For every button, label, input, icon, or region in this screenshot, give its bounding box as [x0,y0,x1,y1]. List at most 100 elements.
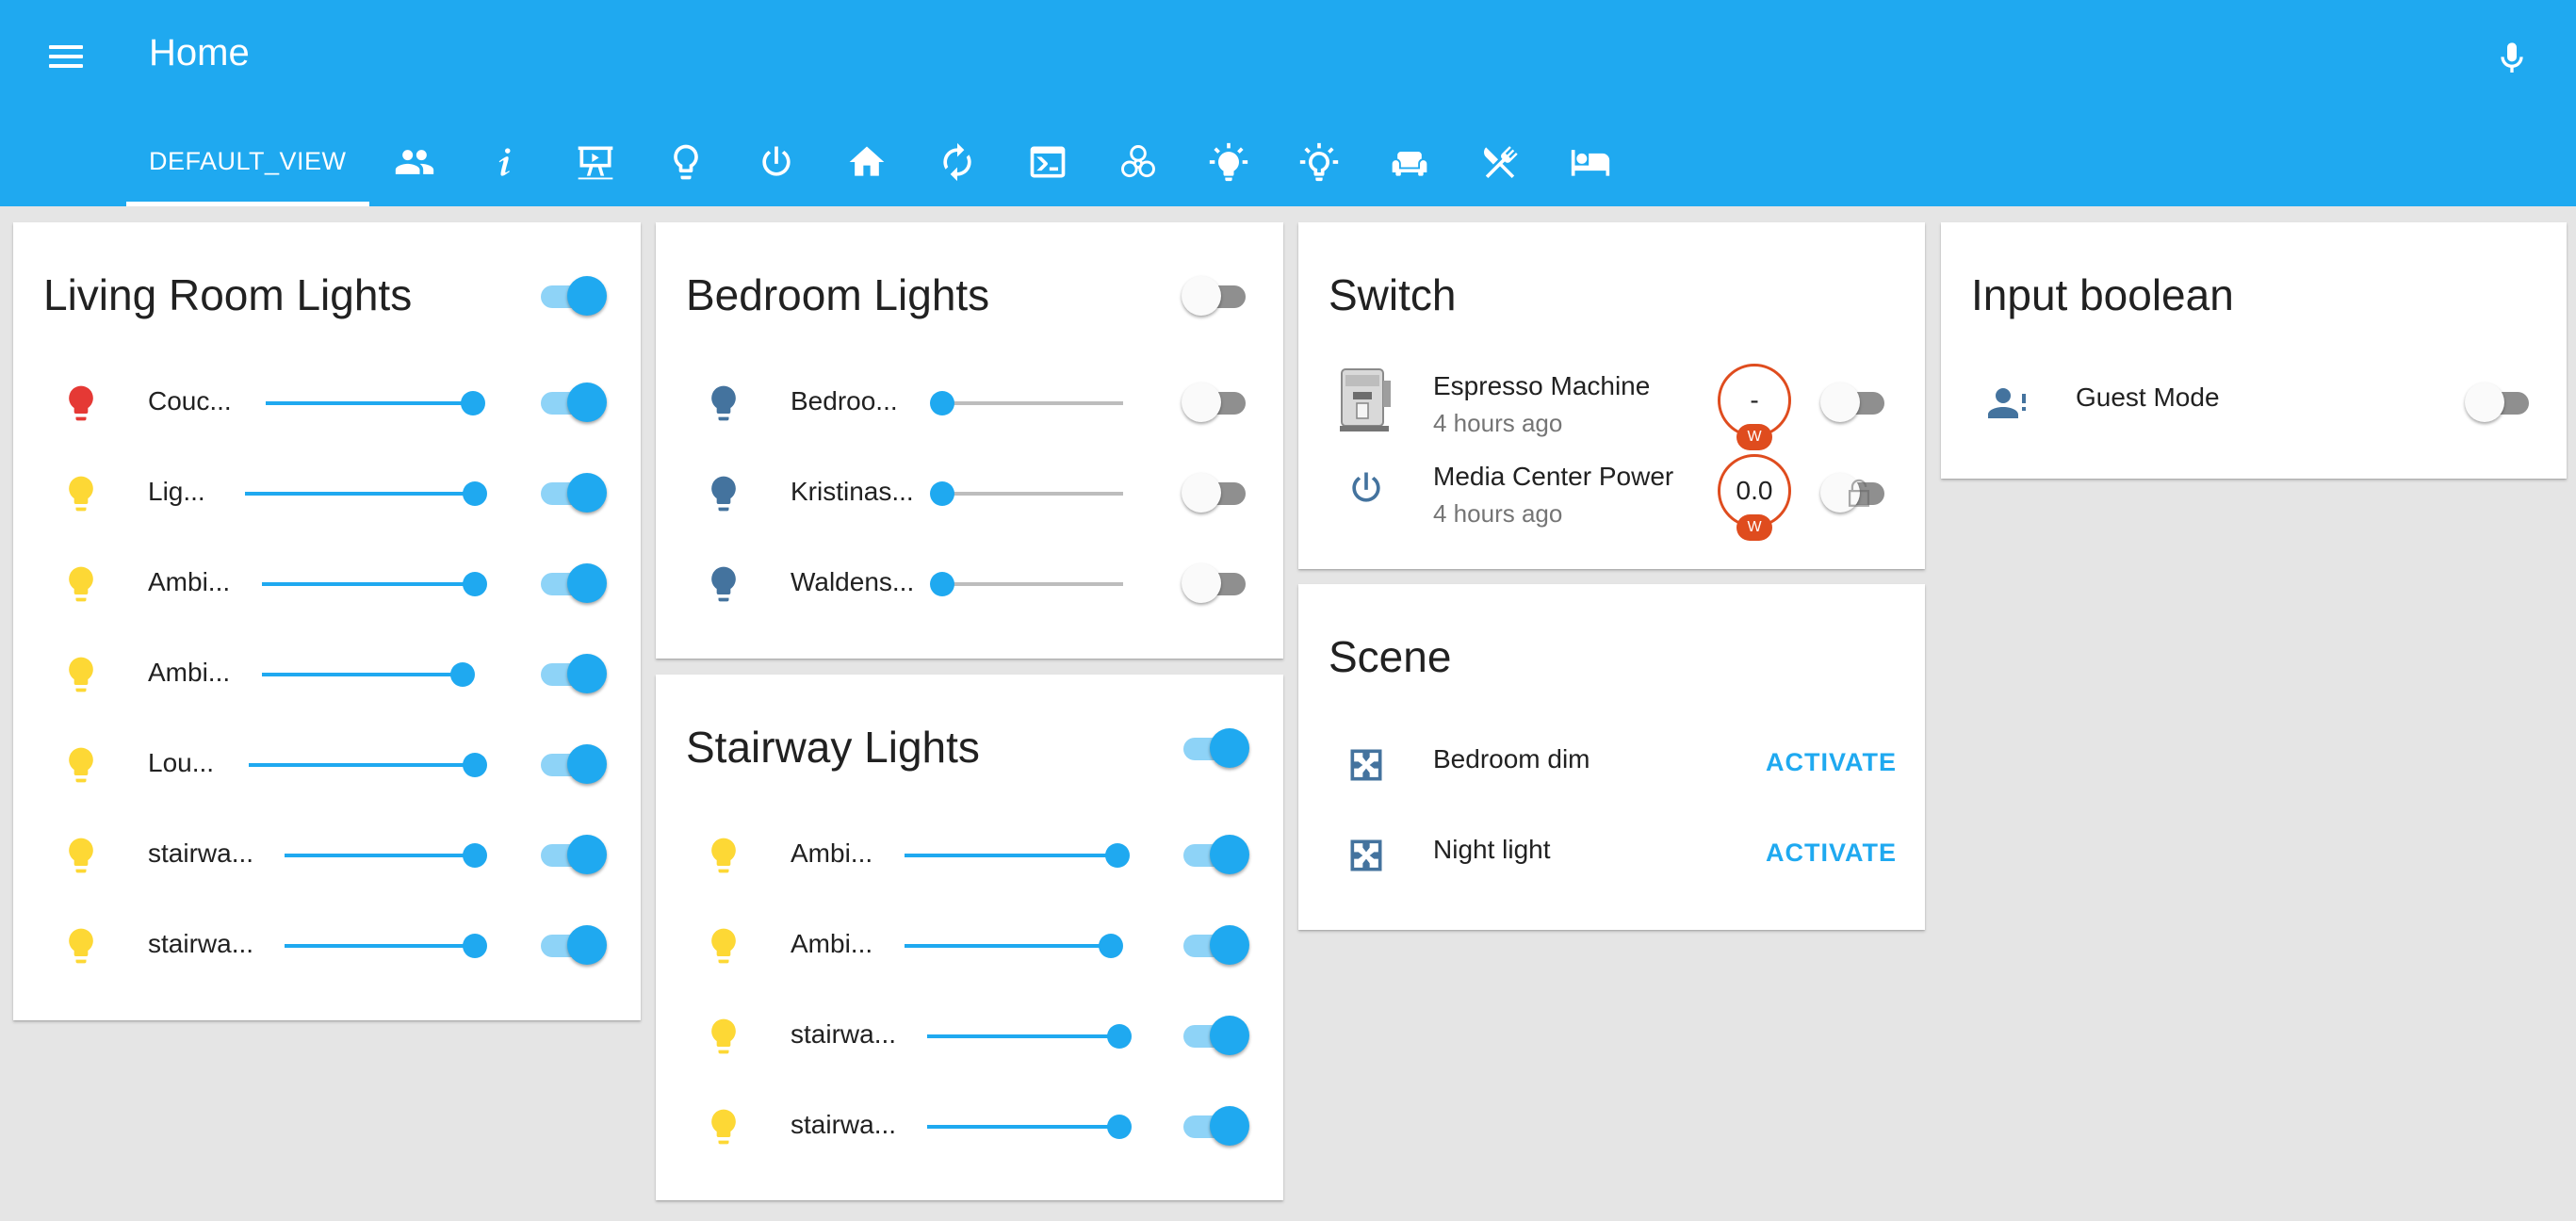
light-toggle[interactable] [539,471,607,516]
light-toggle[interactable] [539,742,607,788]
tab-lights[interactable] [641,134,731,206]
tab-power[interactable] [731,134,822,206]
slider-knob[interactable] [461,391,485,415]
home-icon [846,141,888,187]
light-toggle[interactable] [1182,381,1249,426]
slider-fill [262,582,475,586]
menu-icon[interactable] [45,41,87,72]
tab-lights-on-outline[interactable] [1274,134,1364,206]
light-toggle[interactable] [1182,562,1249,607]
app-header: Home DEFAULT_VIEW [0,0,2576,206]
light-toggle[interactable] [539,652,607,697]
group-toggle[interactable] [539,274,607,319]
brightness-slider[interactable] [905,843,1130,868]
brightness-slider[interactable] [285,843,487,868]
microphone-icon[interactable] [2493,36,2531,81]
refresh-icon [937,141,978,187]
card-title: Input boolean [1971,270,2234,319]
tab-lights-on[interactable] [1183,134,1274,206]
power-unit-badge: W [1736,514,1772,541]
tab-bedroom[interactable] [1545,134,1636,206]
slider-knob[interactable] [930,391,954,415]
brightness-slider[interactable] [927,1024,1132,1049]
brightness-slider[interactable] [927,1115,1132,1139]
light-name: Lig... [148,477,205,506]
tab-biohazard[interactable] [1093,134,1183,206]
lightbulb-icon [60,741,102,790]
light-toggle[interactable] [539,562,607,607]
slider-fill [266,401,473,405]
brightness-slider[interactable] [930,391,1123,415]
light-row: stairwa... [13,810,641,901]
brightness-slider[interactable] [249,753,487,777]
input-boolean-card: Input boolean Guest Mode [1941,222,2567,479]
group-toggle[interactable] [1182,726,1249,772]
lightbulb-icon [703,921,744,970]
light-toggle[interactable] [1182,833,1249,878]
tab-default-view[interactable]: DEFAULT_VIEW [126,134,369,206]
tab-kitchen[interactable] [1455,134,1545,206]
light-toggle[interactable] [1182,471,1249,516]
light-toggle[interactable] [539,923,607,969]
scene-card: Scene Bedroom dim ACTIVATE Night light A… [1298,584,1925,930]
brightness-slider[interactable] [930,481,1123,506]
slider-knob[interactable] [1099,934,1124,958]
tab-home[interactable] [822,134,912,206]
brightness-slider[interactable] [905,934,1124,958]
lightbulb-icon [703,560,744,609]
slider-knob[interactable] [1105,843,1130,868]
card-title: Bedroom Lights [686,270,990,319]
slider-fill [905,854,1117,857]
slider-knob[interactable] [450,662,476,687]
tab-info[interactable] [460,134,550,206]
slider-knob[interactable] [463,843,487,868]
brightness-slider[interactable] [285,934,487,958]
light-row: Waldens... [656,539,1283,629]
activate-button[interactable]: ACTIVATE [1766,748,1897,777]
slider-knob[interactable] [1107,1115,1132,1139]
brightness-slider[interactable] [245,481,487,506]
tab-automation[interactable] [912,134,1003,206]
slider-knob[interactable] [463,481,487,506]
slider-knob[interactable] [930,481,954,506]
stairway-lights-card: Stairway Lights Ambi... Ambi... stairwa...… [656,675,1283,1200]
light-toggle[interactable] [1182,923,1249,969]
slider-fill [927,1125,1119,1129]
tab-people[interactable] [369,134,460,206]
slider-knob[interactable] [463,572,487,596]
brightness-slider[interactable] [262,572,487,596]
light-name: stairwa... [148,838,254,868]
brightness-slider[interactable] [262,662,476,687]
switch-card: Switch Espresso Machine 4 hours ago - W … [1298,222,1925,569]
light-toggle[interactable] [539,833,607,878]
light-row: Kristinas... [656,448,1283,539]
switch-row: Media Center Power 4 hours ago 0.0 W [1298,448,1925,541]
light-toggle[interactable] [539,381,607,426]
brightness-slider[interactable] [930,572,1123,596]
tab-console[interactable] [1003,134,1093,206]
espresso-toggle[interactable] [1820,381,1888,426]
slider-knob[interactable] [930,572,954,596]
tab-sofa[interactable] [1364,134,1455,206]
page-title: Home [149,32,250,73]
light-row: Lou... [13,720,641,810]
slider-fill [285,944,475,948]
lightbulb-icon [703,831,744,880]
slider-knob[interactable] [1107,1024,1132,1049]
brightness-slider[interactable] [266,391,485,415]
lightbulb-icon [703,1012,744,1061]
light-row: stairwa... [13,901,641,991]
tab-media[interactable] [550,134,641,206]
input-boolean-row: Guest Mode [1941,358,2567,448]
group-toggle[interactable] [1182,274,1249,319]
activate-button[interactable]: ACTIVATE [1766,838,1897,868]
lightbulb-icon [60,921,102,970]
light-toggle[interactable] [1182,1104,1249,1149]
lightbulb-icon [60,560,102,609]
light-toggle[interactable] [1182,1014,1249,1059]
biohazard-icon [1117,141,1159,187]
slider-knob[interactable] [463,934,487,958]
slider-knob[interactable] [463,753,487,777]
guest-mode-toggle[interactable] [2465,381,2533,426]
light-row: stairwa... [656,1082,1283,1172]
